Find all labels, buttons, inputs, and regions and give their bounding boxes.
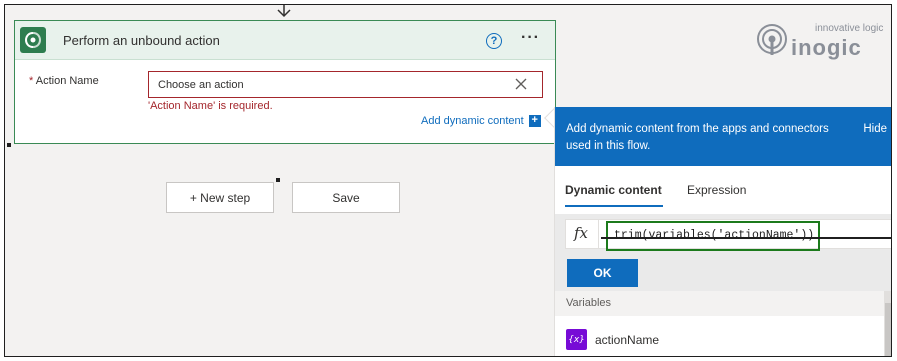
logo-mark-icon xyxy=(757,24,787,55)
add-dynamic-content-label[interactable]: Add dynamic content xyxy=(421,115,524,127)
card-title: Perform an unbound action xyxy=(63,33,220,48)
expression-input[interactable]: trim(variables('actionName')) xyxy=(606,221,820,251)
tab-dynamic-content[interactable]: Dynamic content xyxy=(565,183,662,197)
help-icon[interactable]: ? xyxy=(486,33,502,49)
action-name-label: * Action Name xyxy=(29,75,99,87)
ok-button[interactable]: OK xyxy=(567,259,638,287)
clear-icon[interactable] xyxy=(514,77,528,91)
dynamic-content-panel: Add dynamic content from the apps and co… xyxy=(554,107,891,356)
logo-name: inogic xyxy=(791,35,862,60)
fx-icon: fx xyxy=(574,224,589,242)
selection-handle xyxy=(7,143,11,147)
expression-box[interactable]: fx trim(variables('actionName')) xyxy=(565,219,891,251)
add-dynamic-plus-icon[interactable]: + xyxy=(528,115,541,127)
variable-name[interactable]: actionName xyxy=(595,333,659,347)
validation-error: 'Action Name' is required. xyxy=(148,100,273,112)
expression-text[interactable]: trim(variables('actionName')) xyxy=(614,229,814,242)
action-name-label-text: Action Name xyxy=(35,75,99,87)
tab-expression[interactable]: Expression xyxy=(687,183,746,197)
required-marker: * xyxy=(29,75,34,87)
save-button[interactable]: Save xyxy=(292,182,400,213)
inogic-logo: innovative logic inogic xyxy=(755,21,885,61)
variable-icon: {x} xyxy=(566,329,587,350)
expression-divider xyxy=(598,220,599,248)
logo-tagline: innovative logic xyxy=(815,23,884,34)
action-name-input[interactable] xyxy=(149,72,499,97)
more-options-icon[interactable]: ··· xyxy=(521,29,540,47)
variables-section-title: Variables xyxy=(566,297,612,309)
expression-underline xyxy=(601,237,891,239)
variable-item[interactable]: {x} actionName xyxy=(555,325,885,356)
action-card: Perform an unbound action ? ··· * Action… xyxy=(14,20,556,144)
new-step-button[interactable]: + New step xyxy=(166,182,274,213)
dataverse-icon xyxy=(20,27,46,53)
action-name-field[interactable] xyxy=(148,71,543,98)
hide-panel-link[interactable]: Hide xyxy=(863,123,887,135)
selection-handle xyxy=(276,178,280,182)
panel-header: Add dynamic content from the apps and co… xyxy=(555,107,891,166)
panel-header-text: Add dynamic content from the apps and co… xyxy=(566,123,829,152)
panel-scrollbar-thumb[interactable] xyxy=(885,303,891,356)
variables-section-header: Variables xyxy=(555,291,885,316)
expression-area: fx trim(variables('actionName')) OK xyxy=(555,214,891,291)
flow-designer-canvas: innovative logic inogic Perform an unbou… xyxy=(4,4,892,357)
connector-arrow-icon xyxy=(277,5,291,18)
add-dynamic-content-link[interactable]: Add dynamic content + xyxy=(421,115,541,127)
panel-tabs: Dynamic content Expression xyxy=(555,166,891,214)
active-tab-indicator xyxy=(565,205,663,207)
card-header[interactable]: Perform an unbound action ? ··· xyxy=(15,21,555,60)
